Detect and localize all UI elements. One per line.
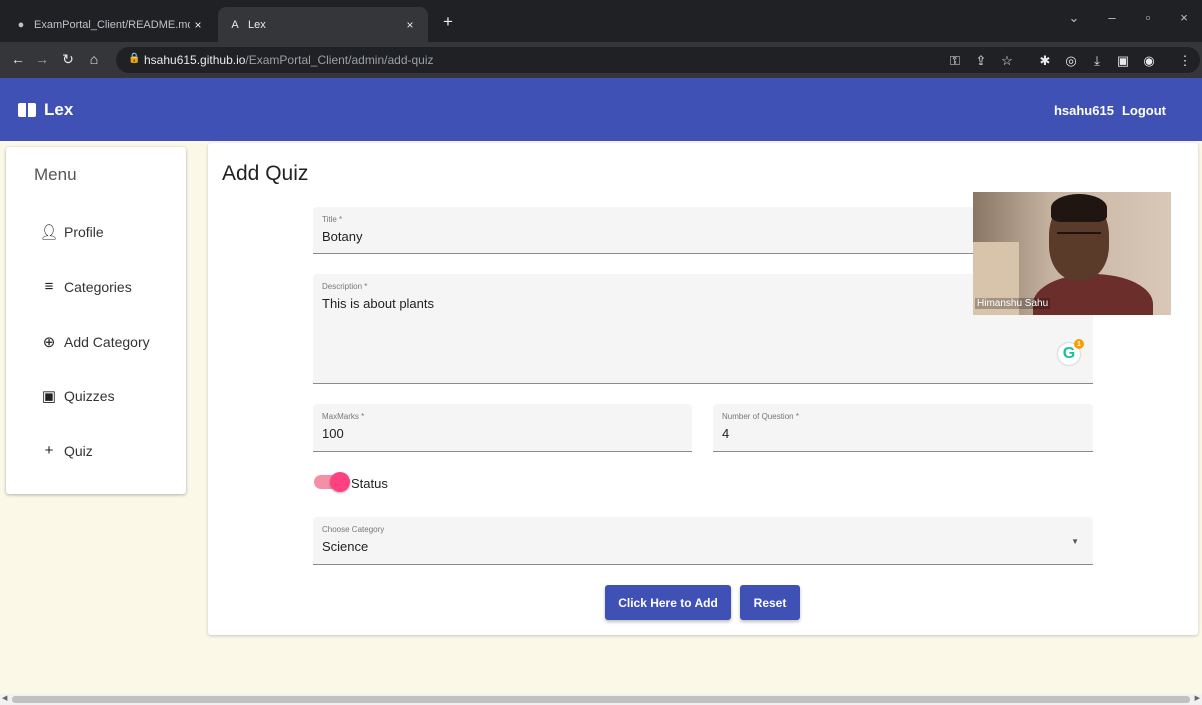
sidebar-item-label: Quizzes [64,388,115,404]
field-value: 4 [722,426,730,441]
page-title: Add Quiz [222,162,309,185]
field-label: Description * [322,282,368,291]
lock-icon: 🔒 [128,53,141,64]
browser-tab-lex[interactable]: A Lex × [218,7,428,42]
quiz-icon: ▣ [41,388,57,405]
github-icon: ● [17,18,25,31]
star-icon[interactable]: ☆ [998,53,1016,69]
glasses [1057,232,1101,242]
reload-icon[interactable]: ↻ [58,51,78,68]
app-navbar: Lex hsahu615 Logout [0,78,1202,141]
field-label: Title * [322,215,343,224]
menu-title: Menu [34,165,77,184]
horizontal-scrollbar[interactable]: ◀ ▶ [0,694,1202,705]
person-hair [1051,194,1107,222]
sidebar-item-label: Profile [64,224,104,240]
brand[interactable]: Lex [18,100,73,120]
url-text: hsahu615.github.io/ExamPortal_Client/adm… [144,53,434,67]
list-icon: ≡ [44,278,54,295]
status-label: Status [351,476,388,491]
grammarly-ext-icon[interactable]: ◎ [1062,53,1080,69]
logout-link[interactable]: Logout [1122,103,1166,118]
browser-tabstrip: ● ExamPortal_Client/README.md × A Lex × … [0,0,1202,42]
sidebar-item-profile[interactable]: 👤︎ Profile [38,223,104,241]
url-host: hsahu615.github.io [144,53,246,67]
sidebar-item-label: Categories [64,278,132,295]
field-value: Botany [322,229,363,244]
back-icon[interactable]: ← [8,51,28,67]
person-icon: 👤︎ [39,224,59,241]
close-icon[interactable]: × [190,18,206,32]
sidebar-menu: Menu 👤︎ Profile ≡ Categories ⊕ Add Categ… [6,147,186,494]
close-icon[interactable]: × [402,18,418,32]
field-label: MaxMarks * [322,412,365,421]
plus-icon: + [44,442,54,459]
category-select[interactable]: Choose Category Science ▼ [313,517,1093,565]
username-link[interactable]: hsahu615 [1054,103,1114,118]
brand-name: Lex [44,100,74,119]
scrollbar-thumb[interactable] [12,696,1190,703]
sidebar-item-label: Quiz [64,442,93,459]
more-menu-icon[interactable]: ⋮ [1176,53,1194,69]
sidepanel-icon[interactable]: ▣ [1114,53,1132,69]
maxmarks-field[interactable]: MaxMarks * 100 [313,404,692,452]
nav-right: hsahu615 Logout [1054,103,1166,118]
forward-icon[interactable]: → [32,51,52,67]
add-quiz-button[interactable]: Click Here to Add [605,585,731,620]
status-toggle[interactable] [314,472,350,492]
add-circle-icon: ⊕ [42,334,56,351]
grammarly-badge: 1 [1074,339,1084,349]
new-tab-button[interactable]: + [438,12,458,32]
field-value: This is about plants [322,296,435,311]
tab-search-icon[interactable]: ⌄ [1064,10,1084,26]
home-icon[interactable]: ⌂ [84,51,104,67]
browser-tab-readme[interactable]: ● ExamPortal_Client/README.md × [4,7,216,42]
sidebar-item-label: Add Category [64,334,150,350]
participant-name: Himanshu Sahu [975,298,1051,309]
book-icon [18,103,36,117]
field-value: Science [322,539,369,554]
sidebar-item-categories[interactable]: ≡ Categories [38,278,132,295]
url-path: /ExamPortal_Client/admin/add-quiz [245,53,434,67]
restore-icon[interactable]: ▫ [1138,10,1158,25]
sidebar-item-quizzes[interactable]: ▣ Quizzes [38,387,115,405]
window-close-icon[interactable]: × [1174,10,1194,25]
reset-button[interactable]: Reset [740,585,800,620]
profile-avatar-icon[interactable]: ◉ [1140,53,1158,69]
extensions-icon[interactable]: ✱ [1036,53,1054,69]
download-icon[interactable]: ⤓ [1088,53,1106,69]
field-label: Number of Question * [722,412,799,421]
angular-icon: A [231,18,239,31]
grammarly-icon[interactable]: G1 [1058,339,1084,365]
share-icon[interactable]: ⇪ [972,53,990,69]
browser-toolbar: ← → ↻ ⌂ 🔒 hsahu615.github.io/ExamPortal_… [0,42,1202,78]
scroll-left-icon[interactable]: ◀ [2,694,7,702]
toggle-knob [330,472,350,492]
tab-title: ExamPortal_Client/README.md [34,18,190,31]
scroll-right-icon[interactable]: ▶ [1195,694,1200,702]
tab-title: Lex [248,18,266,31]
field-value: 100 [322,426,344,441]
sidebar-item-add-category[interactable]: ⊕ Add Category [38,333,150,351]
video-overlay[interactable]: Himanshu Sahu [973,192,1171,315]
sidebar-item-add-quiz[interactable]: + Quiz [38,442,93,459]
minimize-icon[interactable]: – [1102,10,1122,25]
questions-field[interactable]: Number of Question * 4 [713,404,1093,452]
key-icon[interactable]: ⚿ [946,53,964,69]
field-label: Choose Category [322,525,385,534]
dropdown-arrow-icon: ▼ [1071,537,1079,546]
